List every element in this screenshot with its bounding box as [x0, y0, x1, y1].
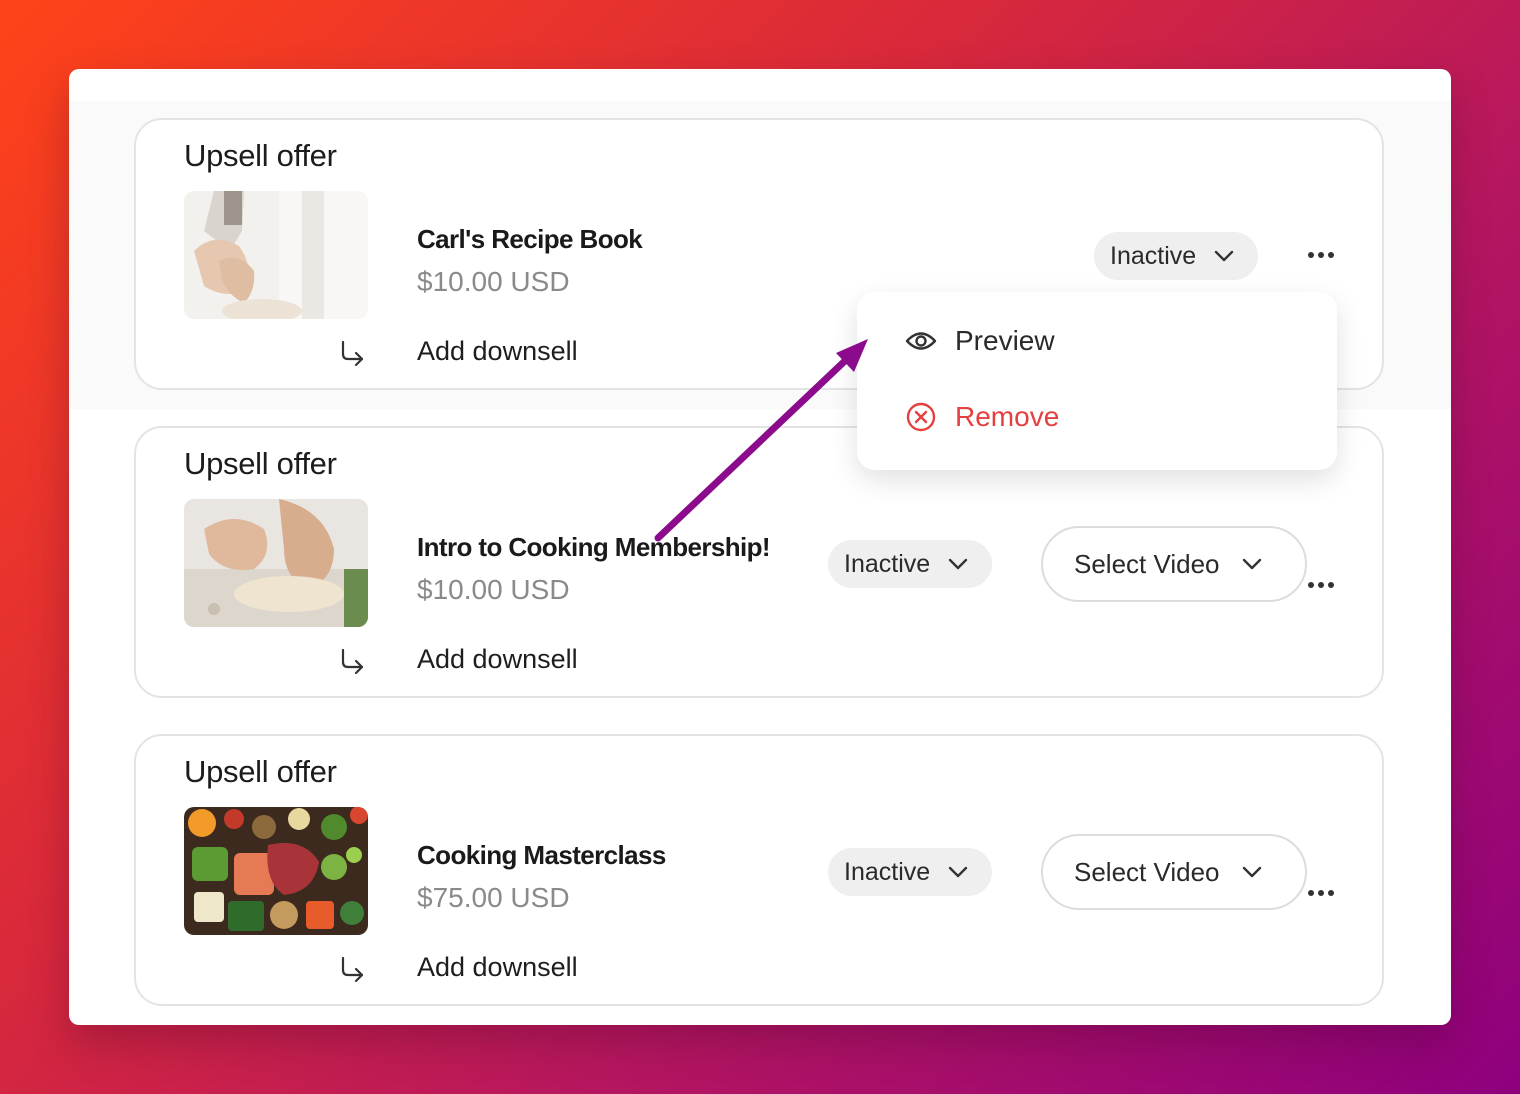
- card-title: Upsell offer: [184, 446, 337, 481]
- more-horizontal-icon: [1308, 252, 1334, 258]
- more-horizontal-icon: [1308, 890, 1334, 896]
- card-title: Upsell offer: [184, 754, 337, 789]
- downsell-arrow-icon: [341, 956, 364, 983]
- options-menu: Preview Remove: [857, 292, 1337, 470]
- select-video-label: Select Video: [1074, 856, 1220, 887]
- more-options-button[interactable]: [1303, 881, 1339, 905]
- more-horizontal-icon: [1308, 582, 1334, 588]
- chevron-down-icon: [1214, 250, 1234, 262]
- product-thumbnail: [184, 499, 368, 627]
- product-price: $10.00 USD: [417, 574, 570, 605]
- product-name: Cooking Masterclass: [417, 840, 666, 870]
- downsell-arrow-icon: [341, 340, 364, 367]
- select-video-dropdown[interactable]: Select Video: [1041, 526, 1307, 602]
- select-video-label: Select Video: [1074, 548, 1220, 579]
- menu-item-remove[interactable]: Remove: [905, 397, 1059, 437]
- more-options-button[interactable]: [1303, 573, 1339, 597]
- chevron-down-icon: [1242, 866, 1261, 878]
- chevron-down-icon: [948, 866, 968, 878]
- menu-item-preview[interactable]: Preview: [905, 321, 1055, 361]
- status-label: Inactive: [844, 857, 931, 886]
- chevron-down-icon: [1242, 558, 1261, 570]
- chevron-down-icon: [948, 558, 968, 570]
- status-dropdown[interactable]: Inactive: [1094, 232, 1258, 280]
- status-label: Inactive: [844, 549, 931, 578]
- status-dropdown[interactable]: Inactive: [828, 848, 992, 896]
- product-thumbnail: [184, 191, 368, 319]
- product-price: $10.00 USD: [417, 266, 570, 297]
- select-video-dropdown[interactable]: Select Video: [1041, 834, 1307, 910]
- upsell-panel: Upsell offer Carl's Recipe Book $10.00 U…: [69, 69, 1451, 1025]
- card-title: Upsell offer: [184, 138, 337, 173]
- more-options-button[interactable]: [1303, 243, 1339, 267]
- product-name: Intro to Cooking Membership!: [417, 532, 771, 562]
- status-label: Inactive: [1110, 241, 1197, 270]
- add-downsell-link[interactable]: Add downsell: [417, 644, 578, 675]
- downsell-arrow-icon: [341, 648, 364, 675]
- upsell-card: Upsell offer Cooking Masterclass $75.00 …: [134, 734, 1384, 1006]
- menu-label: Preview: [955, 325, 1055, 356]
- menu-label: Remove: [955, 401, 1060, 432]
- eye-icon: [905, 332, 937, 350]
- status-dropdown[interactable]: Inactive: [828, 540, 992, 588]
- product-price: $75.00 USD: [417, 882, 570, 913]
- product-thumbnail: [184, 807, 368, 935]
- add-downsell-link[interactable]: Add downsell: [417, 336, 578, 367]
- add-downsell-link[interactable]: Add downsell: [417, 952, 578, 983]
- product-name: Carl's Recipe Book: [417, 224, 643, 254]
- remove-circle-icon: [906, 402, 936, 432]
